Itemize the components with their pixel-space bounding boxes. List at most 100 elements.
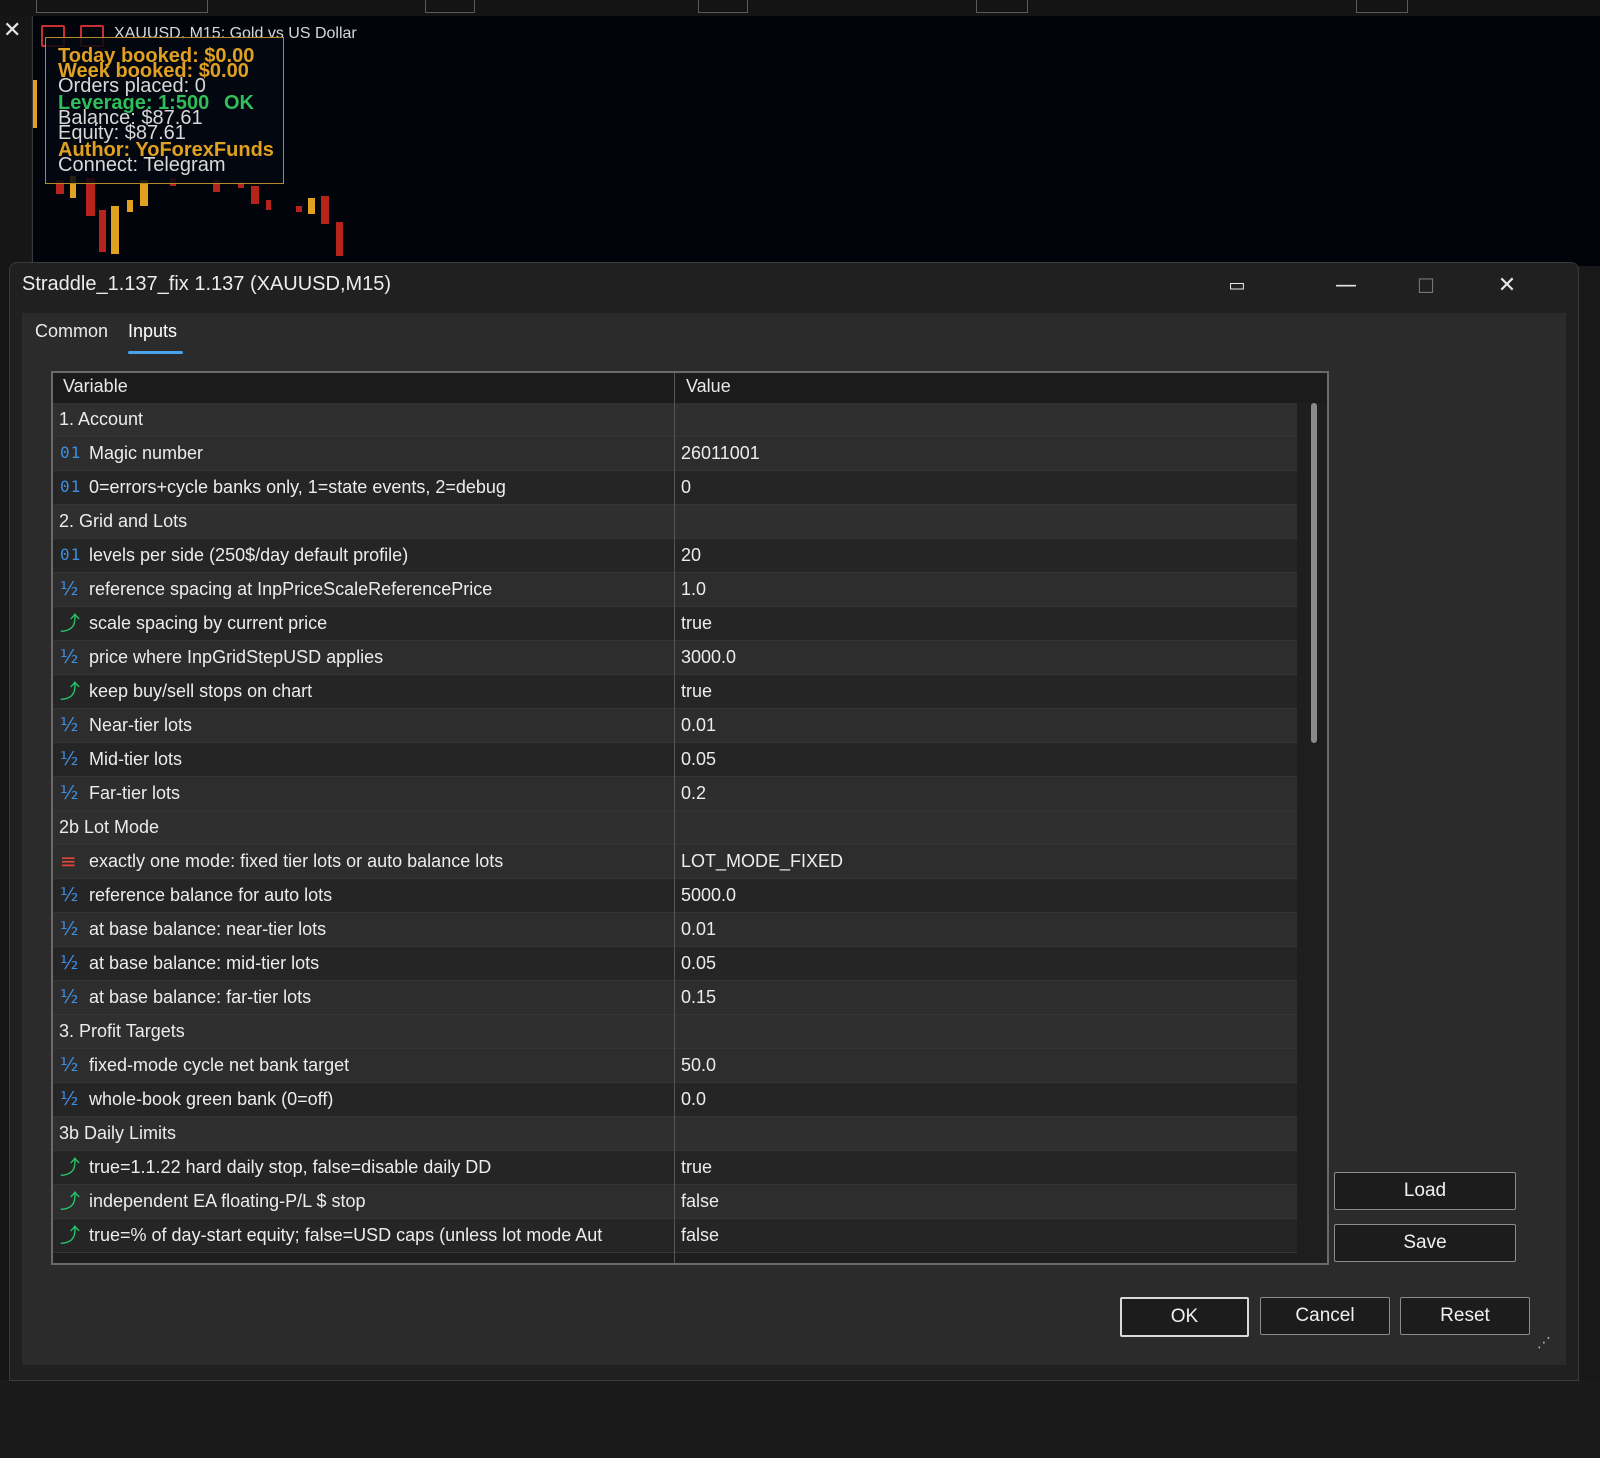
column-divider[interactable] (674, 373, 675, 1263)
variable-value[interactable]: 0.01 (681, 919, 716, 940)
input-row[interactable]: ½ Near-tier lots 0.01 (53, 709, 1297, 743)
input-row[interactable]: ⤴ scale spacing by current price true (53, 607, 1297, 641)
variable-value[interactable]: 0.15 (681, 987, 716, 1008)
column-header-value[interactable]: Value (686, 376, 731, 397)
candle (251, 186, 259, 204)
integer-type-icon: 01 (60, 477, 82, 496)
variable-value[interactable]: 0.0 (681, 1089, 706, 1110)
grid-header: Variable Value (53, 373, 1327, 403)
maximize-button[interactable]: ☐ (1406, 271, 1446, 301)
variable-name: price where InpGridStepUSD applies (89, 647, 384, 667)
double-type-icon: ½ (60, 646, 79, 668)
input-row[interactable]: 01 Magic number 26011001 (53, 437, 1297, 471)
variable-name: Far-tier lots (89, 783, 181, 803)
input-row[interactable]: ½ whole-book green bank (0=off) 0.0 (53, 1083, 1297, 1117)
input-row[interactable]: 01 0=errors+cycle banks only, 1=state eve… (53, 471, 1297, 505)
group-header-row[interactable]: 1. Account (53, 403, 1297, 437)
candle (296, 206, 302, 212)
variable-name: Mid-tier lots (89, 749, 183, 769)
input-row[interactable]: ⤴ independent EA floating-P/L $ stop false (53, 1185, 1297, 1219)
group-header-row[interactable]: 2b Lot Mode (53, 811, 1297, 845)
group-label: 1. Account (59, 409, 144, 429)
input-row[interactable]: ½ price where InpGridStepUSD applies 3000.… (53, 641, 1297, 675)
variable-name: levels per side (250$/day default profil… (89, 545, 409, 565)
group-header-row[interactable]: 3. Profit Targets (53, 1015, 1297, 1049)
toolbar-symbol-box[interactable] (36, 0, 208, 13)
variable-value[interactable]: 20 (681, 545, 701, 566)
double-type-icon: ½ (60, 1088, 79, 1110)
input-row[interactable]: ½ at base balance: near-tier lots 0.01 (53, 913, 1297, 947)
tab-common[interactable]: Common (35, 321, 108, 342)
ea-properties-dialog: Straddle_1.137_fix 1.137 (XAUUSD,M15) ▭ … (9, 262, 1579, 1381)
input-row[interactable]: 01 levels per side (250$/day default prof… (53, 539, 1297, 573)
input-row[interactable]: ½ at base balance: mid-tier lots 0.05 (53, 947, 1297, 981)
vertical-scrollbar[interactable] (1311, 403, 1317, 743)
variable-value[interactable]: 0.01 (681, 715, 716, 736)
variable-value[interactable]: 0.05 (681, 749, 716, 770)
tab-inputs[interactable]: Inputs (128, 321, 177, 342)
variable-value[interactable]: 5000.0 (681, 885, 736, 906)
variable-value[interactable]: 0 (681, 477, 691, 498)
variable-value[interactable]: false (681, 1191, 719, 1212)
group-label: 3. Profit Targets (59, 1021, 185, 1041)
close-button[interactable]: ✕ (1487, 271, 1527, 301)
bool-type-icon: ⤴ (60, 611, 80, 635)
variable-name: at base balance: mid-tier lots (89, 953, 320, 973)
minimize-button[interactable]: — (1326, 271, 1366, 301)
input-row[interactable]: ⤴ true=% of day-start equity; false=USD c… (53, 1219, 1297, 1253)
variable-name: true=1.1.22 hard daily stop, false=disab… (89, 1157, 492, 1177)
inputs-grid[interactable]: Variable Value 1. Account 01 Magic number 2… (51, 371, 1329, 1265)
variable-value[interactable]: 26011001 (681, 443, 760, 464)
group-header-row[interactable]: 2. Grid and Lots (53, 505, 1297, 539)
input-row[interactable]: ½ reference spacing at InpPriceScaleRefer… (53, 573, 1297, 607)
group-label: 2b Lot Mode (59, 817, 160, 837)
save-button[interactable]: Save (1334, 1224, 1516, 1262)
toolbar-button[interactable] (698, 0, 748, 13)
load-button[interactable]: Load (1334, 1172, 1516, 1210)
variable-value[interactable]: 3000.0 (681, 647, 736, 668)
variable-value[interactable]: 1.0 (681, 579, 706, 600)
double-type-icon: ½ (60, 1054, 79, 1076)
ok-button[interactable]: OK (1120, 1297, 1249, 1337)
toolbar-button[interactable] (1356, 0, 1408, 13)
toolbar-button[interactable] (425, 0, 475, 13)
double-type-icon: ½ (60, 918, 79, 940)
bool-type-icon: ⤴ (60, 1223, 80, 1247)
variable-name: fixed-mode cycle net bank target (89, 1055, 350, 1075)
group-header-row[interactable]: 3b Daily Limits (53, 1117, 1297, 1151)
variable-value[interactable]: LOT_MODE_FIXED (681, 851, 843, 872)
dialog-titlebar[interactable]: Straddle_1.137_fix 1.137 (XAUUSD,M15) ▭ … (10, 263, 1578, 311)
cancel-button[interactable]: Cancel (1260, 1297, 1390, 1335)
variable-value[interactable]: 0.05 (681, 953, 716, 974)
variable-value[interactable]: 0.2 (681, 783, 706, 804)
input-row[interactable]: ≡ exactly one mode: fixed tier lots or au… (53, 845, 1297, 879)
variable-value[interactable]: true (681, 613, 712, 634)
double-type-icon: ½ (60, 952, 79, 974)
input-row[interactable]: ½ Far-tier lots 0.2 (53, 777, 1297, 811)
variable-name: at base balance: near-tier lots (89, 919, 327, 939)
variable-name: Magic number (89, 443, 204, 463)
input-row[interactable]: ½ reference balance for auto lots 5000.0 (53, 879, 1297, 913)
variable-name: independent EA floating-P/L $ stop (89, 1191, 366, 1211)
variable-name: keep buy/sell stops on chart (89, 681, 313, 701)
variable-value[interactable]: true (681, 681, 712, 702)
close-icon[interactable]: ✕ (3, 18, 21, 43)
input-row[interactable]: ½ fixed-mode cycle net bank target 50.0 (53, 1049, 1297, 1083)
toolbar-button[interactable] (976, 0, 1028, 13)
variable-value[interactable]: false (681, 1225, 719, 1246)
double-type-icon: ½ (60, 782, 79, 804)
double-type-icon: ½ (60, 748, 79, 770)
snap-layout-icon[interactable]: ▭ (1217, 271, 1257, 301)
input-row[interactable]: ½ Mid-tier lots 0.05 (53, 743, 1297, 777)
input-row[interactable]: ⤴ keep buy/sell stops on chart true (53, 675, 1297, 709)
column-header-variable[interactable]: Variable (63, 376, 128, 397)
input-row[interactable]: ⤴ true=1.1.22 hard daily stop, false=disa… (53, 1151, 1297, 1185)
variable-value[interactable]: true (681, 1157, 712, 1178)
variable-value[interactable]: 50.0 (681, 1055, 716, 1076)
variable-name: reference spacing at InpPriceScaleRefere… (89, 579, 493, 599)
reset-button[interactable]: Reset (1400, 1297, 1530, 1335)
bool-type-icon: ⤴ (60, 679, 80, 703)
candle (127, 200, 133, 212)
input-row[interactable]: ½ at base balance: far-tier lots 0.15 (53, 981, 1297, 1015)
resize-grip-icon[interactable]: ⋰ (1537, 1335, 1551, 1351)
